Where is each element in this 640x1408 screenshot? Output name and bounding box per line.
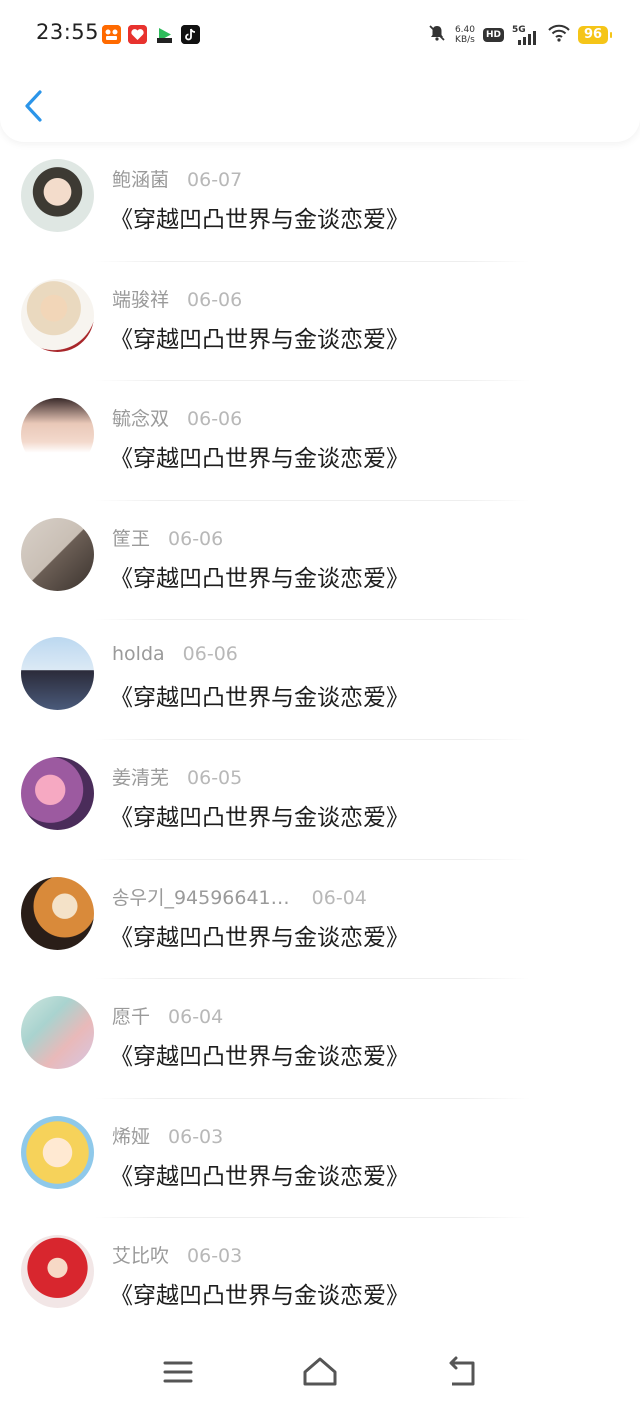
item-date: 06-04 [168, 1006, 224, 1029]
item-date: 06-06 [182, 643, 238, 666]
user-name: 鲍涵菌 [112, 169, 170, 191]
back-icon [449, 1356, 475, 1386]
avatar[interactable] [21, 1235, 94, 1309]
avatar[interactable] [21, 398, 94, 472]
item-meta: 烯娅 06-03 [112, 1122, 223, 1149]
avatar[interactable] [21, 996, 94, 1070]
item-title: 《穿越凹凸世界与金谈恋爱》 [110, 1283, 409, 1310]
item-meta: 毓念双 06-06 [112, 404, 242, 431]
item-title: 《穿越凹凸世界与金谈恋爱》 [110, 207, 409, 233]
app-icon-1 [102, 25, 121, 44]
user-name: 烯娅 [112, 1125, 151, 1148]
item-date: 06-06 [168, 527, 224, 550]
list-item[interactable]: 烯娅 06-03 《穿越凹凸世界与金谈恋爱》 [0, 1099, 640, 1219]
list-item[interactable]: 愿千 06-04 《穿越凹凸世界与金谈恋爱》 [0, 979, 640, 1099]
avatar[interactable] [21, 159, 94, 232]
list-item[interactable]: 筐玊 06-06 《穿越凹凸世界与金谈恋爱》 [0, 501, 640, 621]
item-title: 《穿越凹凸世界与金谈恋爱》 [110, 446, 409, 473]
item-meta: 姜清芜 06-05 [112, 763, 242, 790]
user-name: 筐玊 [112, 527, 151, 550]
back-button[interactable] [20, 88, 50, 124]
chevron-left-icon [25, 90, 42, 122]
avatar[interactable] [21, 517, 94, 591]
item-title: 《穿越凹凸世界与金谈恋爱》 [110, 685, 409, 712]
mute-bell-icon [427, 23, 447, 47]
user-name: holda [112, 643, 165, 666]
item-title: 《穿越凹凸世界与金谈恋爱》 [110, 1044, 409, 1071]
tiktok-icon [181, 25, 200, 44]
item-title: 《穿越凹凸世界与金谈恋爱》 [110, 326, 409, 353]
home-button[interactable] [300, 1354, 340, 1390]
signal-bars-icon [518, 31, 536, 45]
user-name: 愿千 [112, 1006, 151, 1029]
header: 23:55 6.40 KB/s HD 5G 96 [0, 0, 640, 142]
home-icon [303, 1357, 337, 1386]
item-meta: 端骏祥 06-06 [112, 285, 242, 312]
user-name: 端骏祥 [112, 288, 170, 311]
item-title: 《穿越凹凸世界与金谈恋爱》 [110, 565, 409, 592]
user-name: 姜清芜 [112, 766, 170, 789]
net-speed-unit: KB/s [455, 35, 475, 45]
app-icon-2 [128, 25, 147, 44]
item-date: 06-03 [168, 1125, 224, 1148]
item-meta: 愿千 06-04 [112, 1002, 223, 1029]
avatar[interactable] [21, 876, 94, 950]
menu-icon [163, 1361, 193, 1383]
item-title: 《穿越凹凸世界与金谈恋爱》 [110, 924, 409, 951]
user-name: 송우기_94596641… [112, 886, 290, 909]
item-meta: 艾比吹 06-03 [112, 1241, 242, 1268]
list-item[interactable]: holda 06-06 《穿越凹凸世界与金谈恋爱》 [0, 620, 640, 740]
item-date: 06-07 [187, 169, 243, 191]
status-time: 23:55 [36, 20, 100, 44]
item-title: 《穿越凹凸世界与金谈恋爱》 [110, 1163, 409, 1190]
item-date: 06-03 [187, 1245, 243, 1268]
user-name: 艾比吹 [112, 1245, 170, 1268]
avatar[interactable] [21, 1115, 94, 1189]
list-item[interactable]: 艾比吹 06-03 《穿越凹凸世界与金谈恋爱》 [0, 1218, 640, 1338]
status-bar: 23:55 6.40 KB/s HD 5G 96 [0, 0, 640, 70]
avatar[interactable] [21, 756, 94, 830]
list-item[interactable]: 毓念双 06-06 《穿越凹凸世界与金谈恋爱》 [0, 381, 640, 501]
user-name: 毓念双 [112, 408, 170, 431]
net-speed-value: 6.40 [454, 25, 475, 35]
avatar[interactable] [21, 278, 94, 352]
signal-5g: 5G [512, 25, 540, 45]
list-item[interactable]: 송우기_94596641… 06-04 《穿越凹凸世界与金谈恋爱》 [0, 860, 640, 980]
item-meta: holda 06-06 [112, 643, 238, 665]
net-speed: 6.40 KB/s [455, 25, 475, 45]
item-meta: 鲍涵菌 06-07 [112, 165, 242, 192]
list-item[interactable]: 鲍涵菌 06-07 《穿越凹凸世界与金谈恋爱》 [0, 142, 640, 262]
menu-button[interactable] [158, 1354, 198, 1390]
item-date: 06-06 [187, 408, 243, 431]
item-date: 06-05 [187, 766, 243, 789]
item-date: 06-04 [311, 886, 367, 909]
list-item[interactable]: 姜清芜 06-05 《穿越凹凸世界与金谈恋爱》 [0, 740, 640, 860]
status-indicators: 6.40 KB/s HD 5G 96 [427, 22, 612, 48]
item-title: 《穿越凹凸世界与金谈恋爱》 [110, 804, 409, 831]
item-meta: 筐玊 06-06 [112, 524, 223, 551]
user-list: 鲍涵菌 06-07 《穿越凹凸世界与金谈恋爱》 端骏祥 06-06 《穿越凹凸世界与… [0, 142, 640, 1338]
system-nav-bar [0, 1336, 640, 1408]
wifi-icon [548, 24, 570, 46]
list-item[interactable]: 端骏祥 06-06 《穿越凹凸世界与金谈恋爱》 [0, 262, 640, 382]
back-nav-button[interactable] [442, 1354, 482, 1390]
item-meta: 송우기_94596641… 06-04 [112, 883, 367, 910]
avatar[interactable] [21, 637, 94, 711]
hd-badge: HD [482, 28, 504, 42]
app-icon-3 [155, 25, 174, 44]
item-date: 06-06 [187, 288, 243, 311]
battery-indicator: 96 [578, 26, 612, 44]
